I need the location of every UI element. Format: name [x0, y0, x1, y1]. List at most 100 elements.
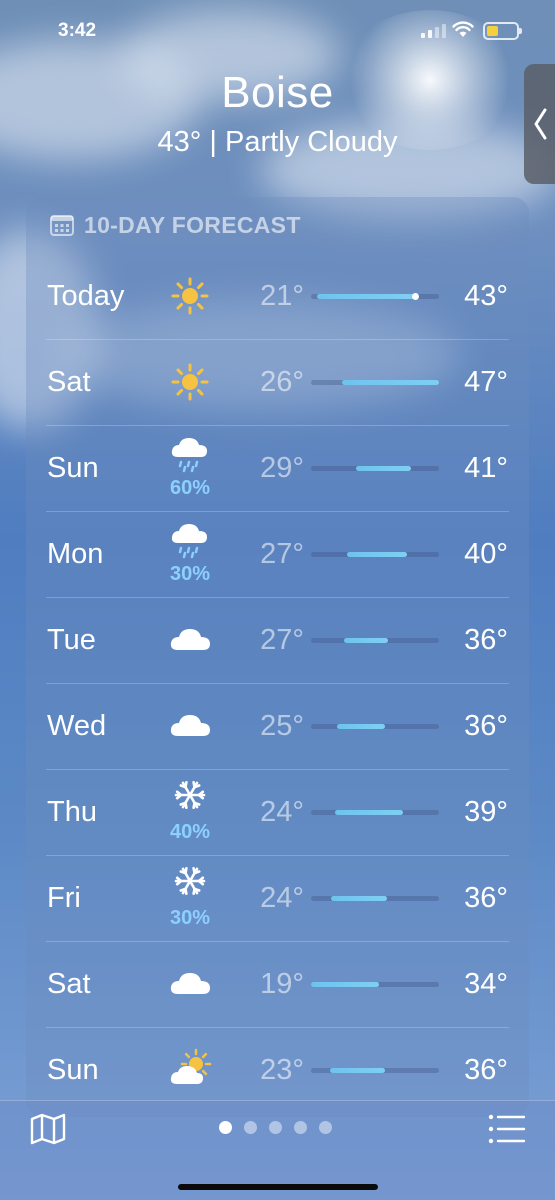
forecast-day: Today	[47, 280, 125, 312]
partly-cloudy-icon	[170, 1048, 212, 1084]
home-indicator[interactable]	[178, 1184, 378, 1190]
forecast-header: 10-DAY FORECAST	[50, 211, 301, 239]
forecast-row[interactable]: Thu 40% 24° 39°	[26, 769, 529, 855]
temperature-range-track	[311, 1068, 439, 1073]
low-temp: 24°	[260, 796, 304, 828]
sun-icon	[171, 363, 209, 401]
precipitation-chance: 30%	[169, 907, 211, 929]
page-dot[interactable]	[319, 1121, 332, 1134]
current-conditions: 43° | Partly Cloudy	[157, 126, 398, 158]
low-temp: 19°	[260, 968, 304, 1000]
temperature-range-track	[311, 552, 439, 557]
bottom-toolbar	[0, 1100, 555, 1200]
high-temp: 39°	[464, 796, 508, 828]
wifi-icon	[452, 21, 474, 37]
list-icon[interactable]	[488, 1113, 526, 1145]
temperature-range-bar	[335, 810, 404, 815]
forecast-row[interactable]: Today 21° 43°	[26, 253, 529, 339]
cloud-icon	[170, 715, 210, 736]
map-icon[interactable]	[30, 1113, 66, 1145]
temperature-range-bar	[341, 380, 439, 385]
status-time: 3:42	[58, 20, 97, 41]
calendar-icon	[50, 215, 74, 236]
high-temp: 36°	[464, 882, 508, 914]
current-temp-dot	[411, 293, 419, 300]
temperature-range-track	[311, 982, 439, 987]
low-temp: 26°	[260, 366, 304, 398]
low-temp: 27°	[260, 538, 304, 570]
low-temp: 29°	[260, 452, 304, 484]
temperature-range-bar	[355, 466, 411, 471]
forecast-row[interactable]: Wed 25° 36°	[26, 683, 529, 769]
forecast-title: 10-DAY FORECAST	[84, 211, 301, 238]
forecast-row[interactable]: Sun 60% 29° 41°	[26, 425, 529, 511]
forecast-day: Mon	[47, 538, 104, 570]
temperature-range-track	[311, 810, 439, 815]
forecast-day: Tue	[47, 624, 96, 656]
page-dot[interactable]	[294, 1121, 307, 1134]
low-temp: 24°	[260, 882, 304, 914]
low-temp: 27°	[260, 624, 304, 656]
high-temp: 47°	[464, 366, 508, 398]
rain-cloud-icon	[171, 438, 207, 473]
sun-icon	[171, 277, 209, 315]
forecast-rows: Today 21° 43° Sat 26° 47° Sun 60% 29° 41° Mon 30% 27…	[26, 253, 529, 1113]
weather-icon-wrap: 60%	[162, 425, 218, 511]
temperature-range-track	[311, 380, 439, 385]
forecast-row[interactable]: Fri 30% 24° 36°	[26, 855, 529, 941]
temperature-range-bar	[344, 638, 388, 643]
low-temp: 21°	[260, 280, 304, 312]
page-dot[interactable]	[269, 1121, 282, 1134]
status-bar: 3:42	[0, 0, 555, 62]
low-temp: 25°	[260, 710, 304, 742]
snowflake-icon	[174, 866, 206, 896]
temperature-range-track	[311, 638, 439, 643]
forecast-row[interactable]: Tue 27° 36°	[26, 597, 529, 683]
high-temp: 43°	[464, 280, 508, 312]
temperature-range-bar	[336, 724, 386, 729]
forecast-card[interactable]: 10-DAY FORECAST Today 21° 43° Sat 26° 47° Sun 6…	[26, 197, 529, 1117]
weather-icon-wrap: 30%	[162, 511, 218, 597]
weather-icon-wrap: 40%	[162, 769, 218, 855]
forecast-day: Sun	[47, 452, 99, 484]
temperature-range-bar	[311, 982, 379, 987]
snowflake-icon	[174, 780, 206, 810]
page-indicator[interactable]	[219, 1121, 332, 1134]
side-panel-tab[interactable]	[524, 64, 555, 184]
cloud-icon	[170, 629, 210, 650]
forecast-day: Thu	[47, 796, 97, 828]
forecast-day: Sat	[47, 366, 91, 398]
weather-icon-wrap	[162, 683, 218, 769]
precipitation-chance: 30%	[169, 563, 211, 585]
temperature-range-track	[311, 293, 439, 300]
temperature-range-bar	[317, 294, 415, 299]
temperature-range-bar	[346, 552, 407, 557]
weather-icon-wrap	[162, 339, 218, 425]
weather-icon-wrap	[162, 597, 218, 683]
weather-icon-wrap: 30%	[162, 855, 218, 941]
high-temp: 40°	[464, 538, 508, 570]
page-dot[interactable]	[244, 1121, 257, 1134]
high-temp: 41°	[464, 452, 508, 484]
forecast-day: Fri	[47, 882, 81, 914]
cellular-signal-icon	[421, 24, 446, 38]
page-dot[interactable]	[219, 1121, 232, 1134]
temperature-range-bar	[330, 1068, 386, 1073]
cloud-icon	[170, 973, 210, 994]
temperature-range-track	[311, 896, 439, 901]
high-temp: 36°	[464, 710, 508, 742]
temperature-range-bar	[331, 896, 387, 901]
temperature-range-track	[311, 466, 439, 471]
temperature-range-track	[311, 724, 439, 729]
high-temp: 34°	[464, 968, 508, 1000]
precipitation-chance: 40%	[169, 821, 211, 843]
forecast-row[interactable]: Sat 26° 47°	[26, 339, 529, 425]
city-name: Boise	[221, 68, 334, 117]
forecast-row[interactable]: Sat 19° 34°	[26, 941, 529, 1027]
weather-icon-wrap	[162, 941, 218, 1027]
forecast-day: Sat	[47, 968, 91, 1000]
forecast-row[interactable]: Mon 30% 27° 40°	[26, 511, 529, 597]
chevron-left-icon	[534, 108, 547, 140]
battery-icon	[483, 22, 522, 40]
high-temp: 36°	[464, 624, 508, 656]
